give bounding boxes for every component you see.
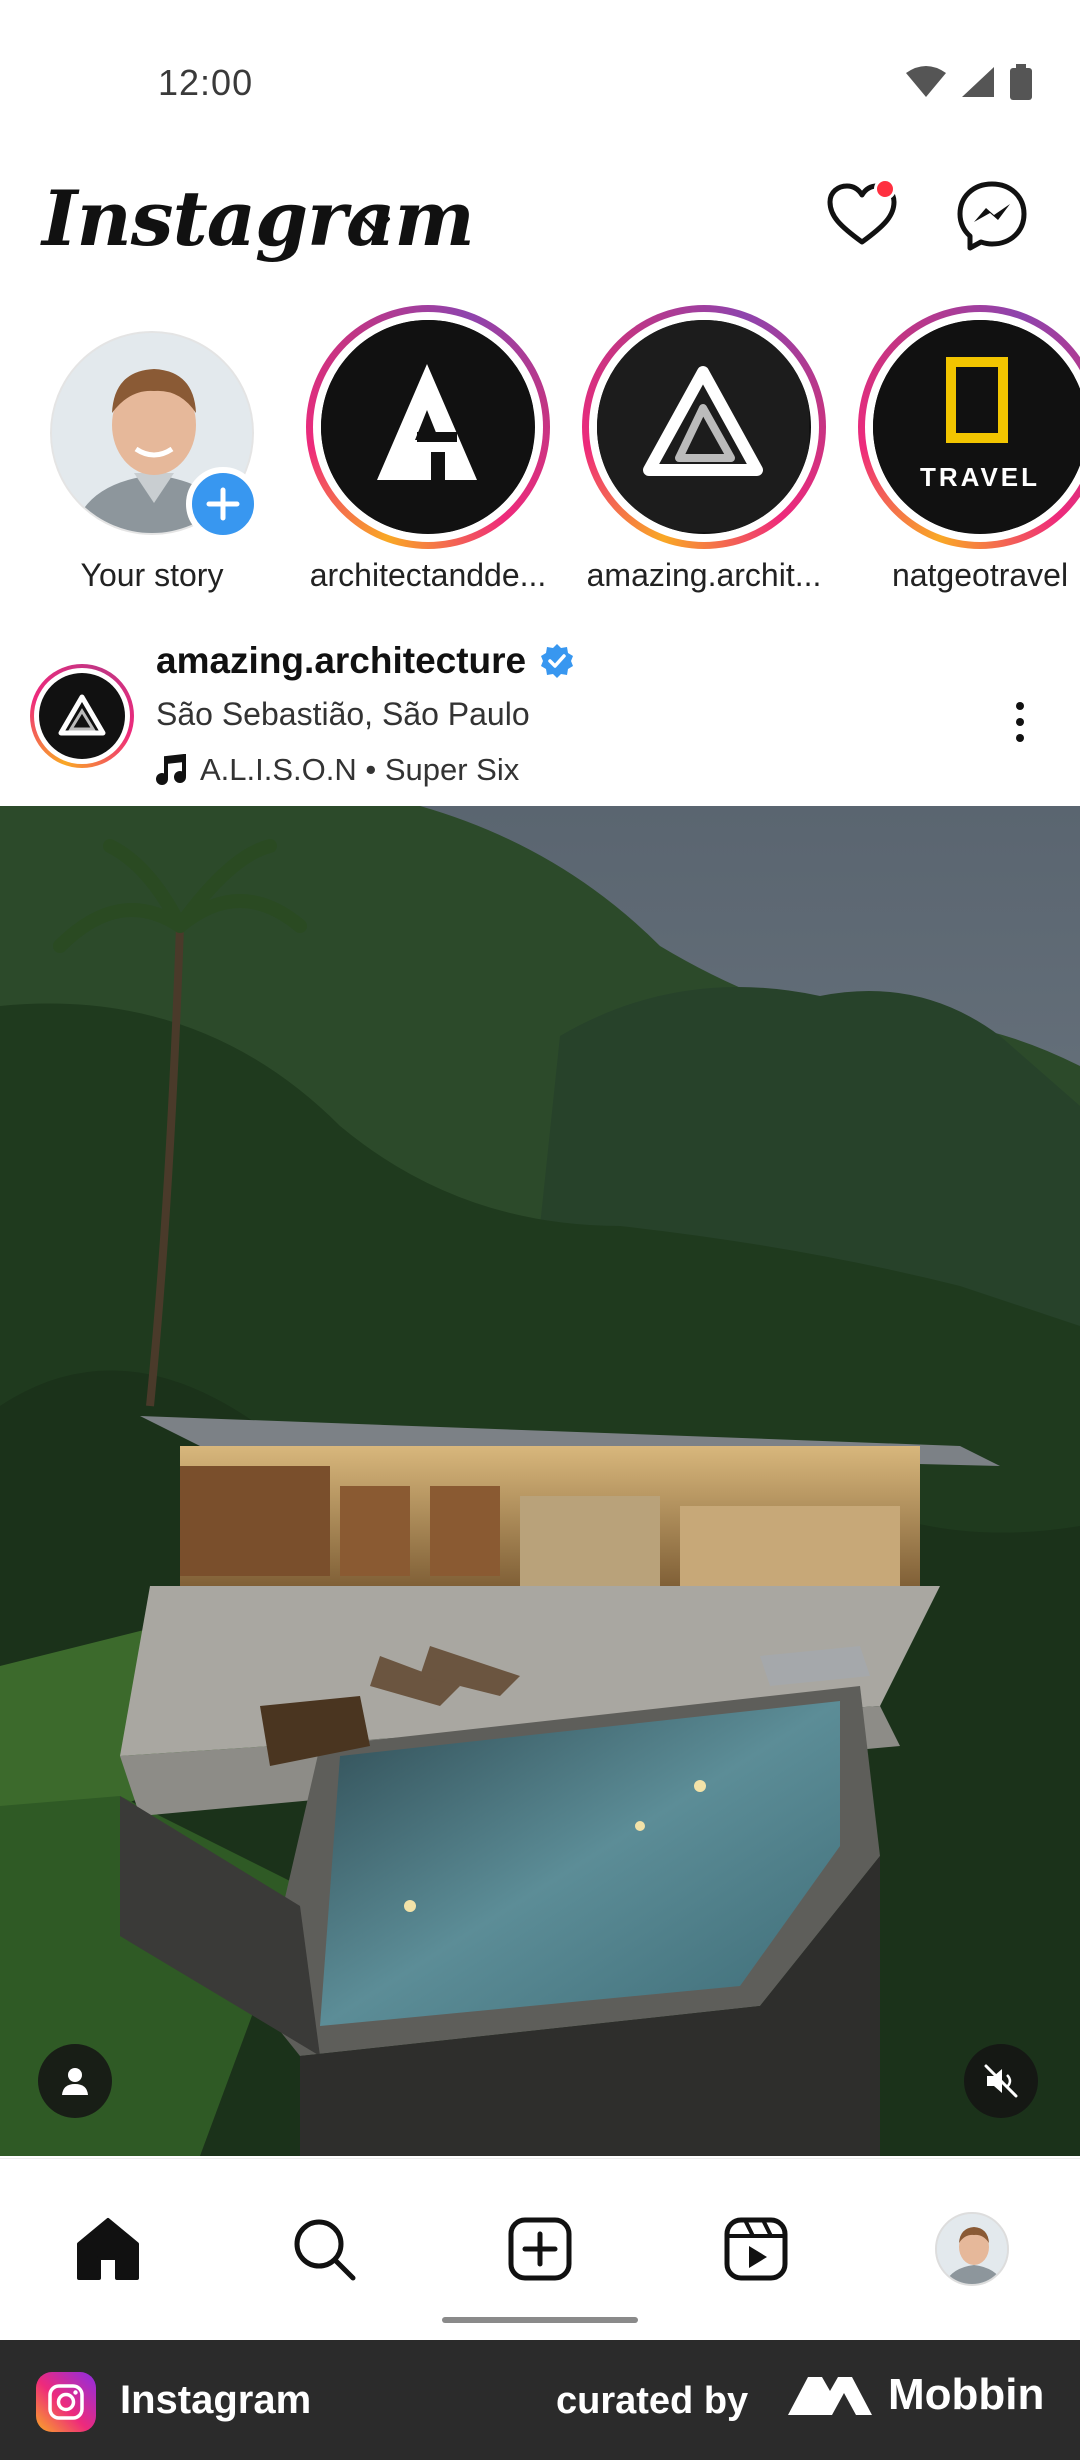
app-header: Instagram xyxy=(0,160,1080,300)
post-audio-label: A.L.I.S.O.N • Super Six xyxy=(200,752,520,787)
nav-reels[interactable] xyxy=(716,2209,796,2289)
post-header: amazing.architecture São Sebastião, São … xyxy=(0,640,1080,805)
house-photo xyxy=(0,806,1080,2156)
story-ring xyxy=(306,305,550,549)
status-time: 12:00 xyxy=(158,62,254,103)
footer-bar: Instagram curated by Mobbin xyxy=(0,2340,1080,2460)
post-username[interactable]: amazing.architecture xyxy=(156,640,526,682)
story-amazing-architecture[interactable]: amazing.archit... xyxy=(562,305,826,605)
footer-curated-by: curated by xyxy=(556,2380,749,2422)
mobbin-brand: Mobbin xyxy=(786,2370,1044,2420)
cellular-signal-icon xyxy=(962,67,994,97)
story-ring: TRAVEL xyxy=(858,305,1080,549)
reels-icon xyxy=(724,2217,788,2281)
instagram-app-icon xyxy=(36,2372,96,2432)
story-your-story[interactable]: Your story xyxy=(0,305,260,605)
status-icons xyxy=(906,64,1032,100)
nav-create[interactable] xyxy=(500,2209,580,2289)
post-avatar[interactable] xyxy=(30,664,134,768)
avatar xyxy=(935,2212,1009,2286)
messenger-button[interactable] xyxy=(952,176,1032,256)
mobbin-logo-icon xyxy=(788,2377,872,2415)
notification-dot xyxy=(874,178,896,200)
post-username-row[interactable]: amazing.architecture xyxy=(156,640,576,682)
story-label: Your story xyxy=(80,557,224,593)
post-image[interactable] xyxy=(0,806,1080,2156)
music-note-icon xyxy=(156,754,186,785)
speaker-muted-icon xyxy=(984,2064,1018,2098)
mobbin-text: Mobbin xyxy=(888,2370,1045,2419)
nav-home[interactable] xyxy=(68,2209,148,2289)
post-audio-row[interactable]: A.L.I.S.O.N • Super Six xyxy=(156,752,519,788)
nav-search[interactable] xyxy=(284,2209,364,2289)
post-location[interactable]: São Sebastião, São Paulo xyxy=(156,696,530,733)
status-bar: 12:00 xyxy=(0,0,1080,170)
story-label: amazing.archit... xyxy=(586,557,822,593)
notifications-button[interactable] xyxy=(822,176,902,256)
nav-profile[interactable] xyxy=(932,2209,1012,2289)
person-icon xyxy=(62,2068,88,2095)
home-indicator[interactable] xyxy=(442,2317,638,2323)
verified-badge-icon xyxy=(541,644,574,678)
home-icon xyxy=(77,2218,139,2280)
wifi-icon xyxy=(906,66,946,97)
tagged-people-button[interactable] xyxy=(38,2044,112,2118)
mute-button[interactable] xyxy=(964,2044,1038,2118)
messenger-icon xyxy=(957,181,1027,251)
plus-icon xyxy=(206,487,240,521)
story-natgeotravel[interactable]: TRAVEL natgeotravel xyxy=(838,305,1080,605)
instagram-logo[interactable]: Instagram xyxy=(42,174,475,263)
add-story-button[interactable] xyxy=(186,467,260,541)
create-post-icon xyxy=(508,2217,572,2281)
story-ring xyxy=(582,305,826,549)
bottom-navigation xyxy=(0,2158,1080,2338)
natgeo-travel-text: TRAVEL xyxy=(919,462,1041,492)
chevron-down-icon[interactable] xyxy=(358,210,394,240)
story-architectanddesign[interactable]: architectandde... xyxy=(286,305,550,605)
story-label: architectandde... xyxy=(309,557,547,593)
avatar xyxy=(597,320,811,534)
footer-app-name: Instagram xyxy=(120,2378,312,2422)
more-options-icon[interactable] xyxy=(1000,692,1040,752)
avatar xyxy=(321,320,535,534)
story-label: natgeotravel xyxy=(891,557,1069,593)
stories-tray: Your story architectandde... amazing.arc… xyxy=(0,305,1080,605)
search-icon xyxy=(294,2219,356,2281)
avatar: TRAVEL xyxy=(873,320,1080,534)
battery-icon xyxy=(1010,64,1032,100)
